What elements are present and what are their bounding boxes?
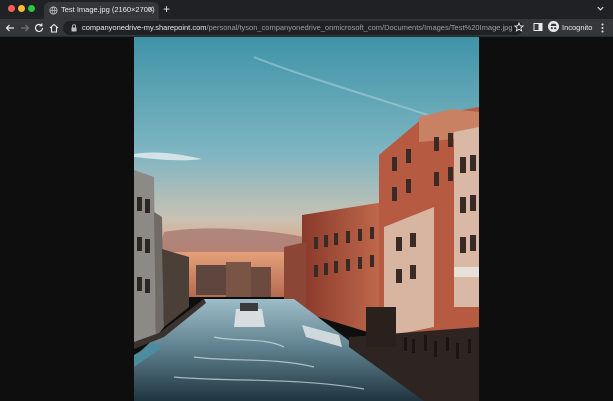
title-bar: Test Image.jpg (2160×2700) ✕ + <box>0 0 613 19</box>
reload-icon[interactable] <box>33 22 45 34</box>
address-bar[interactable]: companyonedrive-my.sharepoint.com/person… <box>63 21 523 35</box>
window-maximize-button[interactable] <box>28 5 35 12</box>
bookmark-star-icon[interactable] <box>514 22 524 32</box>
url-host: companyonedrive-my.sharepoint.com <box>82 23 207 32</box>
url-text: companyonedrive-my.sharepoint.com/person… <box>82 23 512 32</box>
displayed-image[interactable] <box>134 37 479 401</box>
home-icon[interactable] <box>48 22 60 34</box>
tab-title: Test Image.jpg (2160×2700) <box>61 5 155 14</box>
profile-label[interactable]: Incognito <box>562 23 592 32</box>
browser-toolbar: companyonedrive-my.sharepoint.com/person… <box>0 19 613 37</box>
back-icon[interactable] <box>4 22 16 34</box>
lock-icon[interactable] <box>71 24 77 32</box>
url-path: /personal/tyson_companyonedrive_onmicros… <box>206 23 512 32</box>
window-close-button[interactable] <box>8 5 15 12</box>
tab-active[interactable]: Test Image.jpg (2160×2700) ✕ <box>44 2 159 19</box>
chevron-down-icon[interactable] <box>596 4 605 13</box>
globe-icon <box>49 6 58 15</box>
venice-canal-photo <box>134 37 479 401</box>
more-menu-icon[interactable] <box>601 23 604 33</box>
incognito-icon[interactable] <box>548 21 559 32</box>
window-minimize-button[interactable] <box>18 5 25 12</box>
forward-icon[interactable] <box>19 22 31 34</box>
tab-close-icon[interactable]: ✕ <box>147 5 154 15</box>
page-viewport <box>0 37 613 401</box>
side-panel-icon[interactable] <box>533 22 543 32</box>
new-tab-button[interactable]: + <box>163 2 170 16</box>
